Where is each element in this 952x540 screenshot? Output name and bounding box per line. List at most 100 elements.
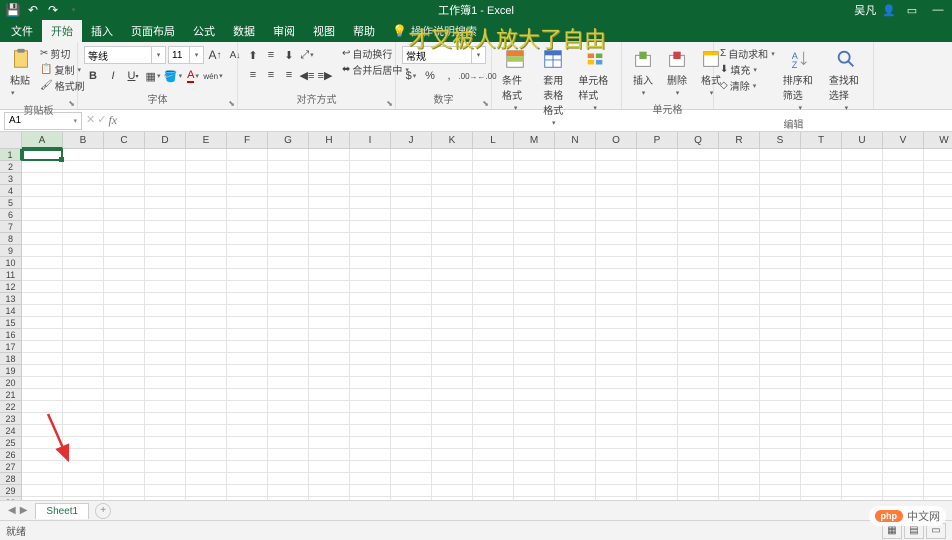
cell[interactable] <box>596 293 637 305</box>
cell[interactable] <box>227 473 268 485</box>
cell[interactable] <box>596 377 637 389</box>
cell[interactable] <box>514 365 555 377</box>
cell[interactable] <box>596 401 637 413</box>
cell[interactable] <box>678 305 719 317</box>
cell[interactable] <box>63 209 104 221</box>
cell[interactable] <box>842 437 883 449</box>
cell[interactable] <box>309 185 350 197</box>
cell[interactable] <box>22 329 63 341</box>
tab-review[interactable]: 审阅 <box>264 20 304 42</box>
cell[interactable] <box>63 437 104 449</box>
tab-view[interactable]: 视图 <box>304 20 344 42</box>
cell[interactable] <box>227 221 268 233</box>
cell[interactable] <box>104 221 145 233</box>
cell[interactable] <box>555 209 596 221</box>
cell[interactable] <box>268 317 309 329</box>
cell[interactable] <box>842 353 883 365</box>
cell[interactable] <box>391 245 432 257</box>
cell[interactable] <box>473 281 514 293</box>
cell[interactable] <box>268 197 309 209</box>
autosum-button[interactable]: Σ 自动求和 <box>720 46 775 61</box>
cell[interactable] <box>104 341 145 353</box>
cell[interactable] <box>268 281 309 293</box>
cell[interactable] <box>801 173 842 185</box>
cell[interactable] <box>350 449 391 461</box>
cell[interactable] <box>145 293 186 305</box>
cell[interactable] <box>801 425 842 437</box>
cell[interactable] <box>432 389 473 401</box>
cell[interactable] <box>104 425 145 437</box>
cell[interactable] <box>186 233 227 245</box>
cell[interactable] <box>883 245 924 257</box>
cell[interactable] <box>186 461 227 473</box>
cell[interactable] <box>145 389 186 401</box>
cell[interactable] <box>309 197 350 209</box>
cell[interactable] <box>309 461 350 473</box>
cell[interactable] <box>801 497 842 500</box>
cell[interactable] <box>391 413 432 425</box>
alignment-launcher-icon[interactable]: ⬊ <box>386 99 393 108</box>
cell[interactable] <box>678 353 719 365</box>
cell[interactable] <box>596 281 637 293</box>
add-sheet-button[interactable]: + <box>95 503 111 519</box>
cell[interactable] <box>473 377 514 389</box>
italic-button[interactable]: I <box>104 67 122 85</box>
cell[interactable] <box>555 461 596 473</box>
cell[interactable] <box>432 245 473 257</box>
cell[interactable] <box>186 485 227 497</box>
cell[interactable] <box>555 185 596 197</box>
cell[interactable] <box>801 233 842 245</box>
cell[interactable] <box>350 377 391 389</box>
cell[interactable] <box>842 413 883 425</box>
cell[interactable] <box>883 317 924 329</box>
cell[interactable] <box>678 413 719 425</box>
cell[interactable] <box>924 341 952 353</box>
cell[interactable] <box>350 245 391 257</box>
cell[interactable] <box>350 269 391 281</box>
align-bottom-icon[interactable]: ⬇ <box>280 46 298 64</box>
cell[interactable] <box>596 449 637 461</box>
cell[interactable] <box>514 317 555 329</box>
row-header[interactable]: 29 <box>0 485 22 497</box>
cell[interactable] <box>268 269 309 281</box>
cell[interactable] <box>801 161 842 173</box>
cell[interactable] <box>555 245 596 257</box>
cell[interactable] <box>883 293 924 305</box>
cell[interactable] <box>473 365 514 377</box>
cell[interactable] <box>104 245 145 257</box>
cell[interactable] <box>473 269 514 281</box>
cell[interactable] <box>596 257 637 269</box>
cell[interactable] <box>268 329 309 341</box>
cell[interactable] <box>719 173 760 185</box>
cell[interactable] <box>391 449 432 461</box>
cell[interactable] <box>104 461 145 473</box>
cell[interactable] <box>842 341 883 353</box>
cell[interactable] <box>391 473 432 485</box>
cell[interactable] <box>391 293 432 305</box>
cell[interactable] <box>227 413 268 425</box>
cell[interactable] <box>678 425 719 437</box>
bold-button[interactable]: B <box>84 67 102 85</box>
cell[interactable] <box>22 317 63 329</box>
cell[interactable] <box>145 245 186 257</box>
align-middle-icon[interactable]: ≡ <box>262 46 280 64</box>
cell[interactable] <box>842 257 883 269</box>
cell[interactable] <box>883 221 924 233</box>
cell[interactable] <box>924 185 952 197</box>
cell[interactable] <box>268 449 309 461</box>
cell[interactable] <box>473 329 514 341</box>
cell[interactable] <box>924 497 952 500</box>
cell[interactable] <box>104 389 145 401</box>
cell[interactable] <box>309 173 350 185</box>
paste-button[interactable]: 粘贴 <box>6 46 36 100</box>
cell[interactable] <box>268 389 309 401</box>
cell[interactable] <box>309 473 350 485</box>
increase-decimal-icon[interactable]: .00→ <box>459 67 477 85</box>
cell[interactable] <box>555 257 596 269</box>
cell[interactable] <box>678 257 719 269</box>
cell[interactable] <box>227 161 268 173</box>
row-header[interactable]: 5 <box>0 197 22 209</box>
cell[interactable] <box>268 473 309 485</box>
cell[interactable] <box>227 437 268 449</box>
cell[interactable] <box>268 149 309 161</box>
